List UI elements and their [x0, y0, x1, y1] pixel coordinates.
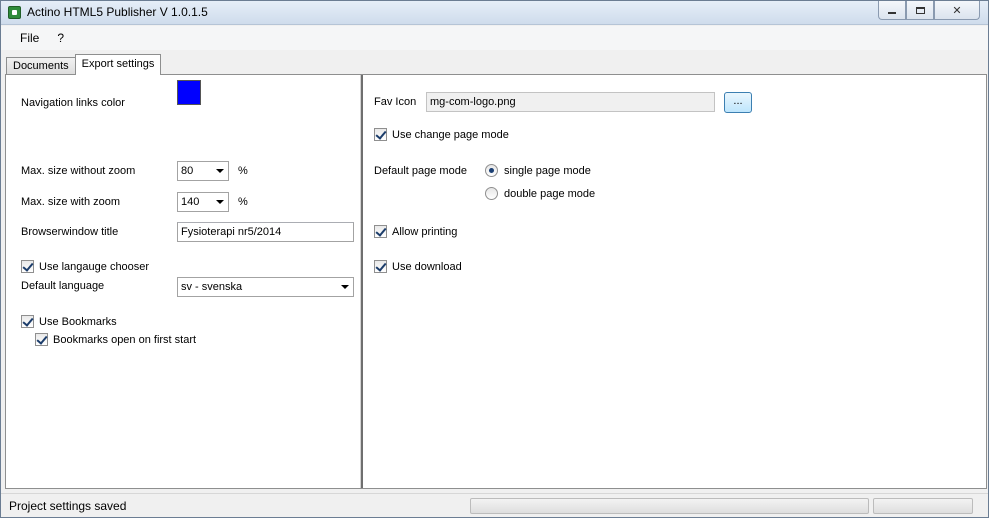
title-bar[interactable]: Actino HTML5 Publisher V 1.0.1.5 ✕ [1, 1, 988, 25]
caption-buttons: ✕ [878, 1, 980, 20]
status-text: Project settings saved [9, 499, 127, 513]
use-bookmarks-label: Use Bookmarks [39, 315, 117, 328]
bookmarks-open-label: Bookmarks open on first start [53, 333, 197, 346]
checkbox-icon[interactable] [374, 260, 387, 273]
status-bar: Project settings saved [1, 493, 988, 517]
pane-splitter[interactable] [360, 75, 363, 488]
nav-color-swatch[interactable] [177, 80, 201, 105]
checkbox-icon[interactable] [21, 260, 34, 273]
allow-printing-label: Allow printing [392, 225, 458, 238]
default-language-value: sv - svenska [181, 281, 243, 293]
checkbox-icon[interactable] [35, 333, 48, 346]
percent-label: % [238, 196, 248, 208]
chevron-down-icon[interactable] [212, 194, 227, 210]
use-download-checkbox[interactable]: Use download [374, 260, 462, 273]
double-page-mode-radio[interactable]: double page mode [485, 187, 595, 200]
checkbox-icon[interactable] [374, 128, 387, 141]
bookmarks-open-checkbox[interactable]: Bookmarks open on first start [35, 333, 196, 346]
minimize-icon [888, 12, 896, 14]
fav-icon-value: mg-com-logo.png [430, 96, 516, 108]
maximize-button[interactable] [906, 1, 934, 20]
checkbox-icon[interactable] [21, 315, 34, 328]
max-no-zoom-value: 80 [181, 165, 194, 177]
close-button[interactable]: ✕ [934, 1, 980, 20]
menu-bar: File ? [1, 26, 988, 50]
tab-documents[interactable]: Documents [6, 57, 76, 75]
allow-printing-checkbox[interactable]: Allow printing [374, 225, 457, 238]
export-settings-panel: Navigation links color Max. size without… [5, 74, 987, 489]
max-no-zoom-label: Max. size without zoom [21, 165, 136, 177]
fav-icon-input[interactable]: mg-com-logo.png [426, 92, 715, 112]
default-page-mode-label: Default page mode [374, 165, 467, 177]
max-zoom-value: 140 [181, 196, 200, 208]
tab-strip: Documents Export settings [6, 54, 162, 75]
browser-title-label: Browserwindow title [21, 226, 119, 238]
radio-icon[interactable] [485, 187, 498, 200]
default-language-select[interactable]: sv - svenska [177, 277, 354, 297]
menu-help[interactable]: ? [48, 29, 73, 47]
checkbox-icon[interactable] [374, 225, 387, 238]
change-page-mode-checkbox[interactable]: Use change page mode [374, 128, 509, 141]
minimize-button[interactable] [878, 1, 906, 20]
app-window: Actino HTML5 Publisher V 1.0.1.5 ✕ File … [0, 0, 989, 518]
single-page-mode-label: single page mode [504, 164, 591, 177]
use-language-chooser-label: Use langauge chooser [39, 260, 150, 273]
browser-title-value: Fysioterapi nr5/2014 [181, 226, 282, 238]
max-zoom-select[interactable]: 140 [177, 192, 229, 212]
maximize-icon [915, 6, 925, 14]
chevron-down-icon[interactable] [212, 163, 227, 179]
tab-export-settings[interactable]: Export settings [74, 54, 162, 75]
use-download-label: Use download [392, 260, 462, 273]
single-page-mode-radio[interactable]: single page mode [485, 164, 591, 177]
right-settings-pane: Fav Icon mg-com-logo.png ... Use change … [364, 75, 984, 488]
progress-bar [470, 498, 869, 514]
radio-icon[interactable] [485, 164, 498, 177]
left-settings-pane: Navigation links color Max. size without… [6, 75, 360, 488]
change-page-mode-label: Use change page mode [392, 128, 509, 141]
chevron-down-icon[interactable] [337, 279, 352, 295]
menu-file[interactable]: File [11, 29, 48, 47]
use-language-chooser-checkbox[interactable]: Use langauge chooser [21, 260, 149, 273]
fav-icon-label: Fav Icon [374, 96, 417, 108]
max-no-zoom-select[interactable]: 80 [177, 161, 229, 181]
app-icon[interactable] [8, 6, 21, 19]
close-icon: ✕ [952, 4, 962, 17]
use-bookmarks-checkbox[interactable]: Use Bookmarks [21, 315, 117, 328]
max-zoom-label: Max. size with zoom [21, 196, 121, 208]
browser-title-input[interactable]: Fysioterapi nr5/2014 [177, 222, 354, 242]
double-page-mode-label: double page mode [504, 187, 596, 200]
nav-color-label: Navigation links color [21, 97, 125, 109]
window-title: Actino HTML5 Publisher V 1.0.1.5 [27, 5, 208, 19]
percent-label: % [238, 165, 248, 177]
browse-button[interactable]: ... [724, 92, 752, 113]
secondary-status-panel [873, 498, 973, 514]
default-language-label: Default language [21, 280, 105, 292]
